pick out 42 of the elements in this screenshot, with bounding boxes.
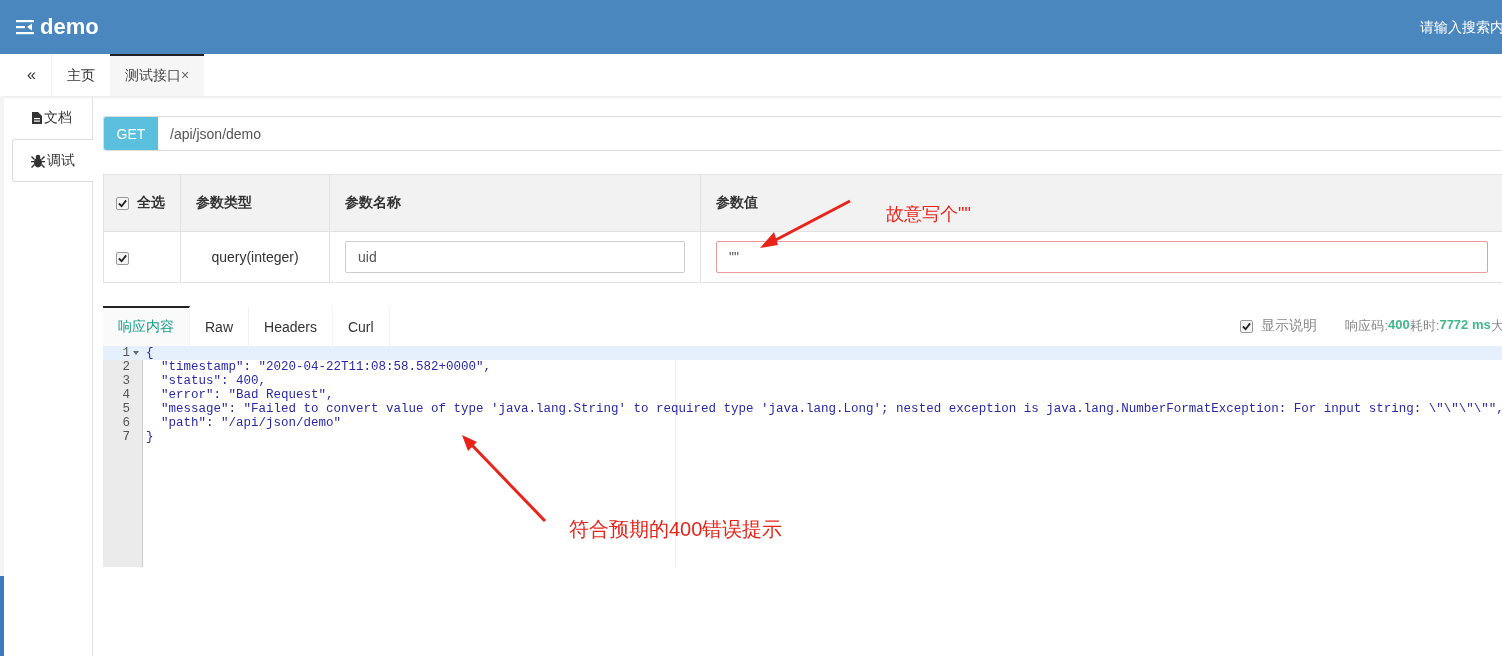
code-line: "status": 400,	[160, 374, 267, 388]
code-line: "message": "Failed to convert value of type 'java.lang.String' to required type 'java.lang.Long'; nested exception is java.lang.NumberFormatException: For input string: \"\"\"\"",	[160, 402, 1502, 416]
column-header: 参数值	[716, 194, 758, 210]
code-line: "path": "/api/json/demo"	[160, 416, 342, 430]
status-label: 耗时:	[1409, 317, 1440, 335]
annotation-text: 故意写个""	[886, 203, 971, 226]
annotation-text: 符合预期的400错误提示	[569, 517, 783, 542]
line-number: 6	[121, 416, 130, 430]
status-label: 响应码:	[1345, 317, 1389, 335]
show-notes-label: 显示说明	[1261, 317, 1318, 335]
row-checkbox[interactable]	[116, 251, 129, 265]
line-number: 1	[121, 346, 130, 360]
code-line: "error": "Bad Request",	[160, 388, 334, 402]
document-icon	[32, 111, 42, 124]
param-type: query(integer)	[211, 249, 299, 265]
line-number: 5	[121, 402, 130, 416]
status-value: 7772 ms	[1439, 317, 1491, 334]
page-tab[interactable]: 测试接口×	[110, 54, 205, 96]
code-line: {	[145, 346, 154, 360]
app-title: demo	[40, 14, 99, 40]
fold-icon[interactable]	[133, 351, 139, 355]
search-field[interactable]: 请输入搜索内	[1420, 19, 1502, 35]
bug-icon	[31, 153, 45, 168]
line-number: 4	[121, 388, 130, 402]
param-name-field[interactable]: uid	[345, 241, 685, 273]
line-number: 2	[121, 360, 130, 374]
status-value: 400	[1388, 317, 1410, 334]
show-notes-checkbox[interactable]	[1240, 319, 1254, 333]
menu-icon[interactable]	[16, 19, 34, 35]
collapse-button[interactable]: «	[12, 54, 52, 96]
line-number: 7	[121, 430, 130, 444]
code-line: }	[145, 430, 154, 444]
line-number: 3	[121, 374, 130, 388]
param-value-field[interactable]: ""	[716, 241, 1488, 273]
code-line: "timestamp": "2020-04-22T11:08:58.582+0000",	[160, 360, 492, 374]
select-all-checkbox[interactable]	[116, 196, 129, 210]
side-tab[interactable]: 文档	[12, 96, 92, 139]
select-all-label: 全选	[137, 194, 165, 211]
page-tab[interactable]: 主页	[52, 54, 110, 96]
column-header: 参数名称	[345, 194, 401, 210]
column-header: 参数类型	[196, 194, 252, 210]
side-tab[interactable]: 调试	[12, 139, 93, 182]
